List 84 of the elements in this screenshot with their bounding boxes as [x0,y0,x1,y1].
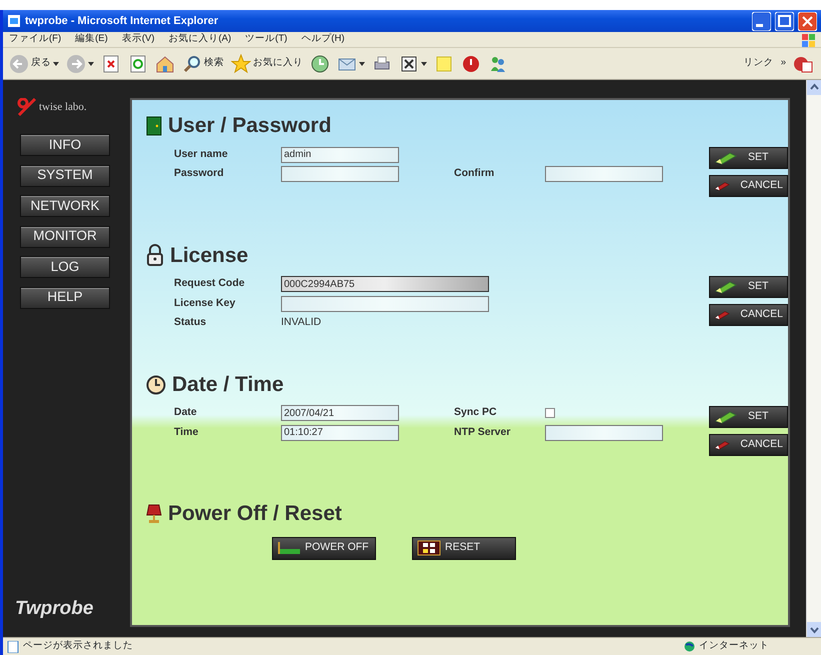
input-field[interactable]: 000C2994AB75 [281,276,489,292]
checkbox[interactable] [545,408,555,418]
toolbar-label[interactable]: お気に入り [253,56,303,71]
input-field[interactable] [545,166,663,182]
menu-item[interactable]: お気に入り(A) [168,32,232,47]
section-title: User / Password [168,113,332,140]
nav-button[interactable]: MONITOR [20,226,110,248]
input-field[interactable] [281,296,489,312]
set-button[interactable]: SET [709,406,788,428]
set-button[interactable]: SET [709,276,788,298]
nav-button[interactable]: INFO [20,134,110,156]
minimize-icon[interactable] [752,12,771,30]
menu-item[interactable]: ツール(T) [245,32,288,47]
window-title: twprobe - Microsoft Internet Explorer [25,14,220,29]
stop-icon[interactable] [101,54,121,74]
dropdown-icon[interactable] [359,62,365,66]
cancel-button[interactable]: CANCEL [709,304,788,326]
zone-text: インターネット [699,639,769,654]
section-title: Power Off / Reset [168,501,342,527]
house-icon[interactable] [155,54,175,74]
input-field[interactable]: 01:10:27 [281,424,399,441]
toolbar-label[interactable]: 戻る [31,56,51,71]
status-text: ページが表示されました [23,639,134,654]
reset-button[interactable]: RESET [412,536,516,560]
close-icon[interactable] [798,12,817,30]
eraser-icon [714,280,738,294]
field-label: License Key [174,296,236,311]
field-label: Password [174,166,225,182]
chevron-text[interactable]: » [780,56,786,71]
field-label: Date [174,405,198,420]
menu-item[interactable]: 表示(V) [122,32,154,47]
logo-text: twise labo. [39,100,87,115]
dropdown-icon[interactable] [53,62,59,66]
search-icon[interactable] [182,54,202,74]
cancel-button[interactable]: CANCEL [709,434,788,456]
dropdown-icon[interactable] [88,62,94,66]
star-icon[interactable] [231,54,251,74]
logo-icon [17,98,39,116]
cancel-button[interactable]: CANCEL [709,175,788,197]
power-symbol-icon[interactable] [461,54,481,74]
eraser-icon [714,410,738,424]
lamp-icon [146,504,162,524]
field-label: Sync PC [454,405,498,420]
links-label[interactable]: リンク [744,56,774,71]
section-title: Date / Time [172,372,284,398]
field-label: NTP Server [454,424,512,440]
menu-item[interactable]: ヘルプ(H) [301,32,344,47]
windows-flag-icon [801,32,815,46]
menu-item[interactable]: ファイル(F) [9,32,62,47]
input-field[interactable] [545,424,663,441]
field-label: Status [174,315,208,330]
field-label: Confirm [454,166,496,182]
nav-button[interactable]: HELP [20,286,110,308]
scroll-up-icon[interactable] [807,80,821,95]
power-off-button[interactable]: POWER OFF [272,536,376,560]
nav-button[interactable]: LOG [20,256,110,278]
window-grid-icon [417,540,441,556]
field-label: Time [174,424,200,440]
page-icon [7,640,19,652]
eraser-icon [714,151,738,165]
brand-logo-text: Twprobe [15,596,94,620]
input-field[interactable]: admin [281,146,399,163]
door-icon [146,116,162,136]
status-value: INVALID [281,315,322,330]
field-label: Request Code [174,276,246,292]
dropdown-icon[interactable] [421,62,427,66]
bed-icon [277,541,301,556]
globe-icon [684,641,695,652]
clock-icon [146,374,166,394]
refresh-icon[interactable] [128,54,148,74]
menu-item[interactable]: 編集(E) [75,32,108,47]
edit-icon[interactable] [399,54,419,74]
scroll-down-icon[interactable] [807,622,821,637]
maximize-icon[interactable] [775,12,794,30]
toolbar-label[interactable]: 検索 [204,56,224,71]
input-field[interactable]: 2007/04/21 [281,405,399,422]
input-field[interactable] [281,166,399,182]
page-icon [7,14,21,28]
field-label: User name [174,146,229,162]
set-button[interactable]: SET [709,147,788,169]
nav-button[interactable]: NETWORK [20,195,110,217]
section-title: License [170,242,248,268]
padlock-icon [146,244,164,266]
nav-button[interactable]: SYSTEM [20,164,110,186]
